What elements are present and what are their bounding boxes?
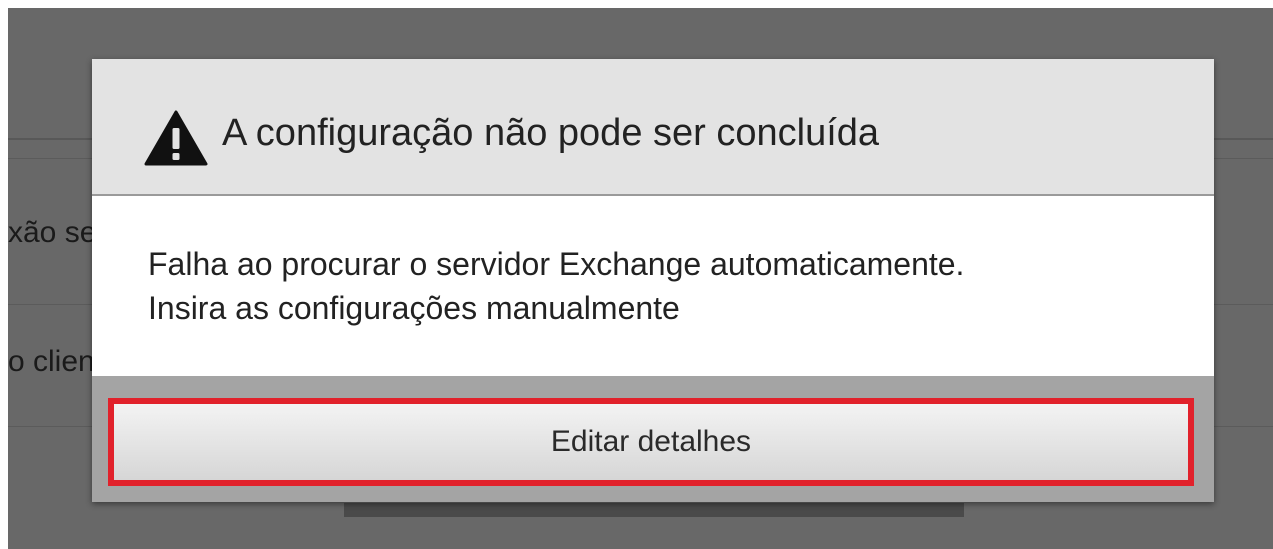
dialog-message-line-2: Insira as configurações manualmente	[148, 290, 680, 326]
dialog-body: Falha ao procurar o servidor Exchange au…	[92, 198, 1214, 376]
dialog-button-area: Editar detalhes	[92, 376, 1214, 502]
dialog-message: Falha ao procurar o servidor Exchange au…	[148, 242, 964, 330]
warning-icon	[144, 110, 208, 166]
dialog-title: A configuração não pode ser concluída	[222, 112, 880, 154]
dialog-header: A configuração não pode ser concluída	[92, 59, 1214, 196]
screen-background: xão se o clien A configuração não pode s…	[8, 8, 1273, 549]
background-bottom-bar	[344, 503, 964, 517]
error-dialog: A configuração não pode ser concluída Fa…	[92, 59, 1214, 502]
edit-details-button[interactable]: Editar detalhes	[108, 398, 1194, 486]
background-row-1-text: xão se	[8, 216, 94, 249]
background-row-2-text: o clien	[8, 345, 94, 378]
dialog-message-line-1: Falha ao procurar o servidor Exchange au…	[148, 246, 965, 282]
